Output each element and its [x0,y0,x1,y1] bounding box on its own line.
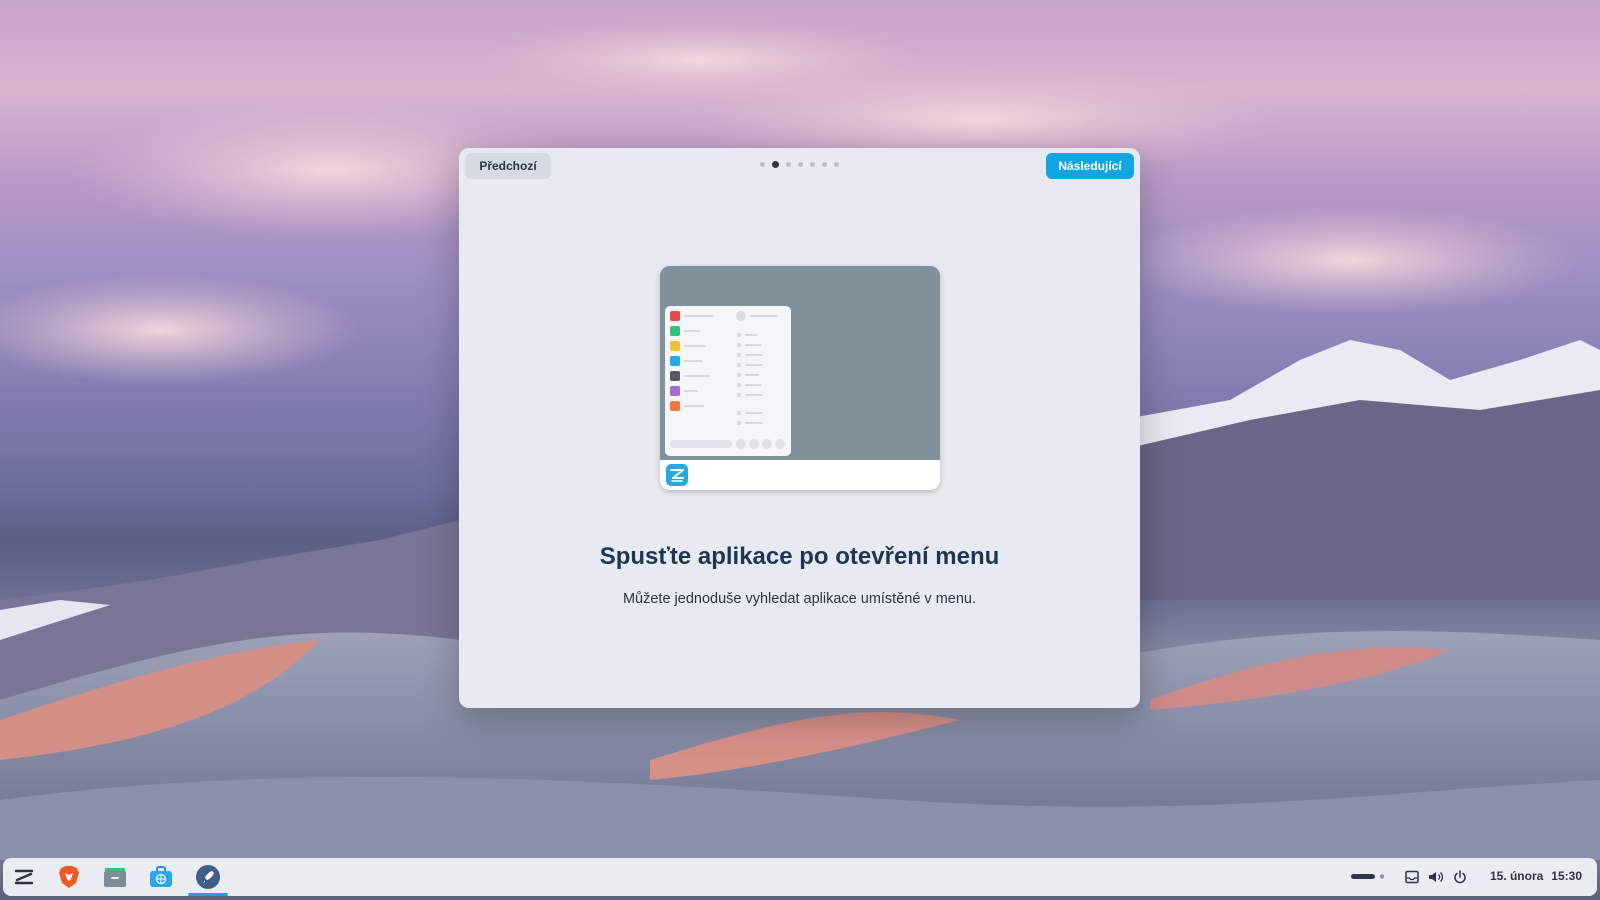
welcome-rocket-icon[interactable] [192,862,224,892]
page-indicator [459,159,1140,169]
software-store-icon[interactable] [145,862,177,892]
page-dot-6[interactable] [822,161,827,167]
illustration-app-menu [665,306,791,456]
next-button[interactable]: Následující [1046,153,1134,179]
active-app-indicator [188,893,228,896]
brave-browser-icon[interactable] [53,862,85,892]
files-icon[interactable] [99,862,131,892]
taskbar: 15. února 15:30 [3,858,1597,896]
zorin-logo-icon [666,464,688,486]
welcome-dialog: Předchozí Následující Spusťte aplikace p… [459,148,1140,708]
page-dot-5[interactable] [810,161,815,167]
clock-date: 15. února [1489,869,1544,883]
illustration-taskbar [660,460,940,490]
page-dot-1[interactable] [760,161,765,167]
volume-icon[interactable] [1428,868,1444,886]
zorin-menu-icon[interactable] [8,862,40,892]
clock-time: 15:30 [1551,869,1582,883]
page-dot-4[interactable] [798,161,803,167]
page-dot-2-current[interactable] [772,160,779,168]
power-icon[interactable] [1453,868,1467,886]
clock[interactable]: 15. února 15:30 [1490,869,1582,883]
page-dot-3[interactable] [786,161,791,167]
notification-tray-icon[interactable] [1405,868,1419,886]
page-dot-7[interactable] [834,161,839,167]
page-description: Můžete jednoduše vyhledat aplikace umíst… [622,591,977,607]
workspace-indicator[interactable] [1351,868,1385,886]
menu-illustration [660,266,940,490]
page-title: Spusťte aplikace po otevření menu [599,543,1000,570]
